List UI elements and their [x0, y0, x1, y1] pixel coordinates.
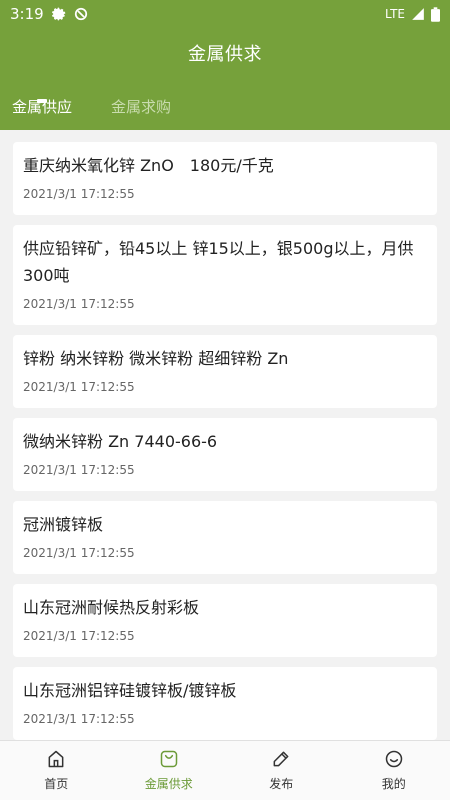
listing-date: 2021/3/1 17:12:55	[23, 712, 135, 726]
smiley-icon	[385, 750, 402, 768]
nav-mine-label: 我的	[381, 777, 406, 791]
nav-home-label: 首页	[44, 777, 69, 791]
listing-title: 山东冠洲铝锌硅镀锌板/镀锌板	[23, 681, 237, 700]
nav-supply[interactable]: 金属供求	[113, 741, 226, 800]
listing-date: 2021/3/1 17:12:55	[23, 380, 135, 394]
nav-supply-label: 金属供求	[144, 777, 193, 791]
signal-icon	[412, 8, 424, 20]
tab-purchase[interactable]: 金属求购	[111, 96, 171, 117]
nav-home[interactable]: 首页	[0, 741, 113, 800]
nav-publish[interactable]: 发布	[225, 741, 338, 800]
home-icon	[48, 750, 64, 768]
tab-indicator	[37, 99, 47, 103]
list-item[interactable]: 山东冠洲铝锌硅镀锌板/镀锌板 2021/3/1 17:12:55	[13, 667, 437, 740]
listing-date: 2021/3/1 17:12:55	[23, 629, 135, 643]
listing-list[interactable]: 重庆纳米氧化锌 ZnO 180元/千克 2021/3/1 17:12:55 供应…	[0, 130, 450, 740]
nav-publish-label: 发布	[269, 777, 294, 791]
listing-date: 2021/3/1 17:12:55	[23, 546, 135, 560]
list-item[interactable]: 供应铅锌矿，铅45以上 锌15以上，银500g以上，月供300吨 2021/3/…	[13, 225, 437, 325]
battery-icon	[431, 6, 440, 22]
listing-date: 2021/3/1 17:12:55	[23, 297, 135, 311]
listing-title: 供应铅锌矿，铅45以上 锌15以上，银500g以上，月供300吨	[23, 239, 414, 285]
app-header: 金属供求 金属供应 金属求购	[0, 28, 450, 130]
sync-icon	[74, 7, 87, 21]
bottom-nav: 首页 金属供求 发布 我的	[0, 740, 450, 800]
listing-title: 重庆纳米氧化锌 ZnO 180元/千克	[23, 156, 274, 175]
pencil-icon	[273, 751, 289, 767]
nav-mine[interactable]: 我的	[338, 741, 450, 800]
list-item[interactable]: 微纳米锌粉 Zn 7440-66-6 2021/3/1 17:12:55	[13, 418, 437, 491]
listing-title: 微纳米锌粉 Zn 7440-66-6	[23, 432, 218, 451]
status-time: 3:19	[10, 5, 44, 23]
list-item[interactable]: 锌粉 纳米锌粉 微米锌粉 超细锌粉 Zn 2021/3/1 17:12:55	[13, 335, 437, 408]
page-title: 金属供求	[188, 44, 262, 65]
network-label: LTE	[385, 7, 405, 21]
status-bar: 3:19 LTE	[0, 0, 450, 28]
list-item[interactable]: 冠洲镀锌板 2021/3/1 17:12:55	[13, 501, 437, 574]
listing-title: 锌粉 纳米锌粉 微米锌粉 超细锌粉 Zn	[23, 349, 289, 368]
tab-bar: 金属供应 金属求购	[0, 92, 450, 130]
listing-date: 2021/3/1 17:12:55	[23, 463, 135, 477]
listing-date: 2021/3/1 17:12:55	[23, 187, 135, 201]
listing-title: 冠洲镀锌板	[23, 515, 104, 534]
list-item[interactable]: 山东冠洲耐候热反射彩板 2021/3/1 17:12:55	[13, 584, 437, 657]
list-item[interactable]: 重庆纳米氧化锌 ZnO 180元/千克 2021/3/1 17:12:55	[13, 142, 437, 215]
gear-icon	[51, 7, 66, 21]
listing-title: 山东冠洲耐候热反射彩板	[23, 598, 200, 617]
bag-icon	[160, 750, 177, 768]
